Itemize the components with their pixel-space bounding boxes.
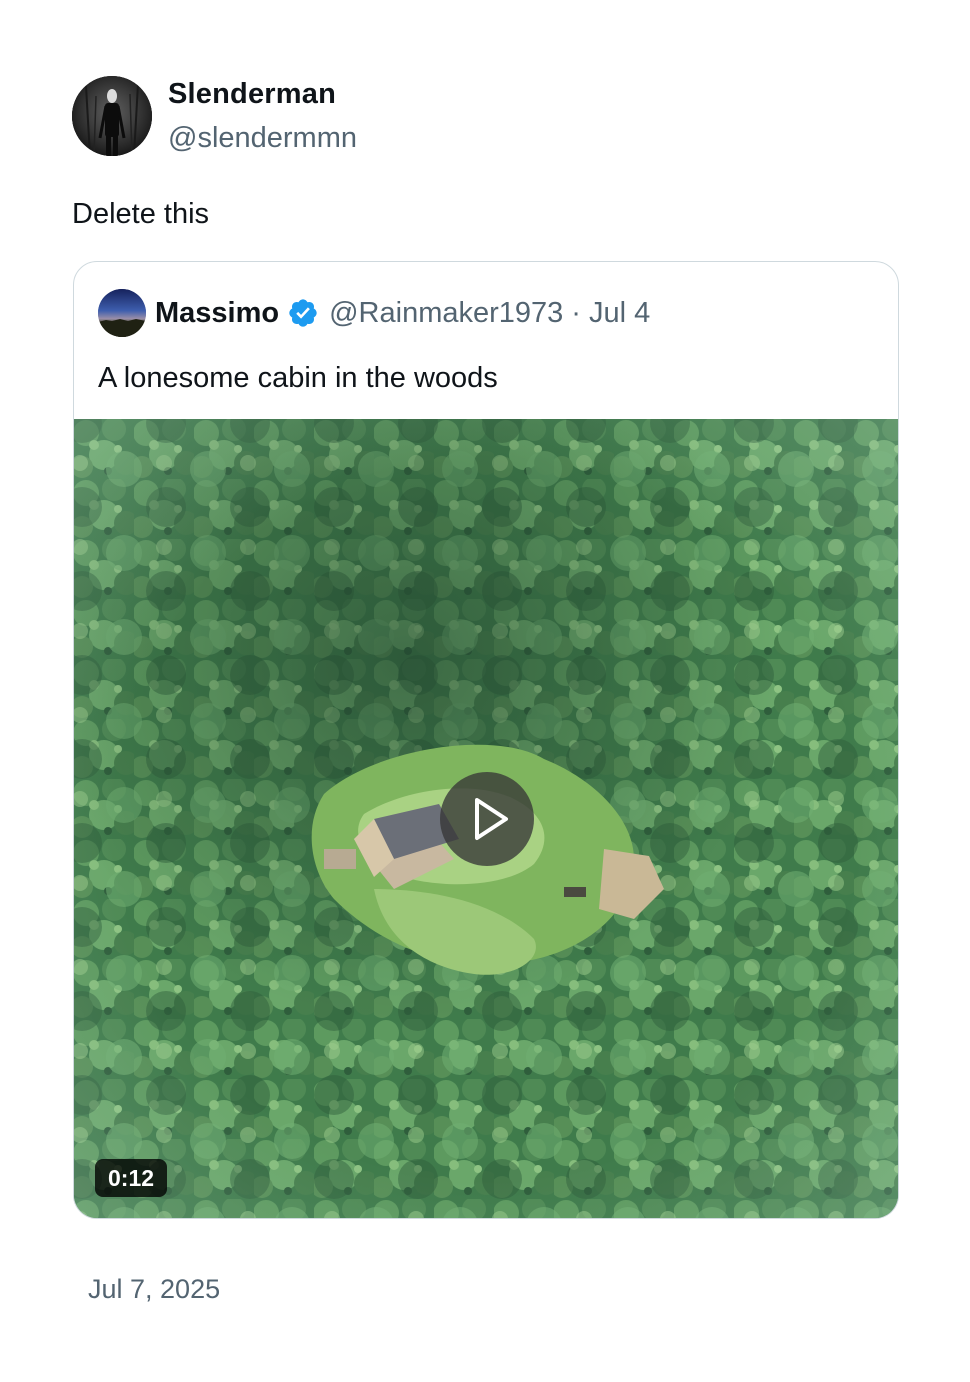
author-handle[interactable]: @slendermmn <box>168 120 357 156</box>
tweet: Slenderman @slendermmn Delete this Massi… <box>0 0 970 1382</box>
author-display-name[interactable]: Slenderman <box>168 76 357 112</box>
play-button[interactable] <box>440 772 534 866</box>
video-player[interactable]: 0:12 <box>74 419 898 1218</box>
quoted-author-name: Massimo <box>155 296 280 329</box>
tweet-author: Slenderman @slendermmn <box>72 76 357 156</box>
quoted-tweet-date: Jul 4 <box>588 296 651 329</box>
author-meta: Slenderman @slendermmn <box>168 76 357 156</box>
verified-badge-icon <box>287 297 319 329</box>
video-duration-badge: 0:12 <box>95 1159 168 1197</box>
play-icon <box>475 798 508 840</box>
quoted-author-handle: @Rainmaker1973 <box>329 296 564 329</box>
slenderman-avatar-icon <box>72 76 152 156</box>
quoted-tweet-card[interactable]: Massimo @Rainmaker1973 · Jul 4 A lonesom… <box>73 261 899 1219</box>
quoted-author-avatar <box>98 289 146 337</box>
separator-dot: · <box>571 296 581 329</box>
night-sky-avatar-icon <box>98 289 146 337</box>
tweet-timestamp[interactable]: Jul 7, 2025 <box>88 1272 220 1306</box>
quoted-tweet-text: A lonesome cabin in the woods <box>98 362 498 394</box>
tweet-text: Delete this <box>72 198 210 230</box>
avatar[interactable] <box>72 76 152 156</box>
quoted-tweet-header: Massimo @Rainmaker1973 · Jul 4 <box>98 289 650 337</box>
